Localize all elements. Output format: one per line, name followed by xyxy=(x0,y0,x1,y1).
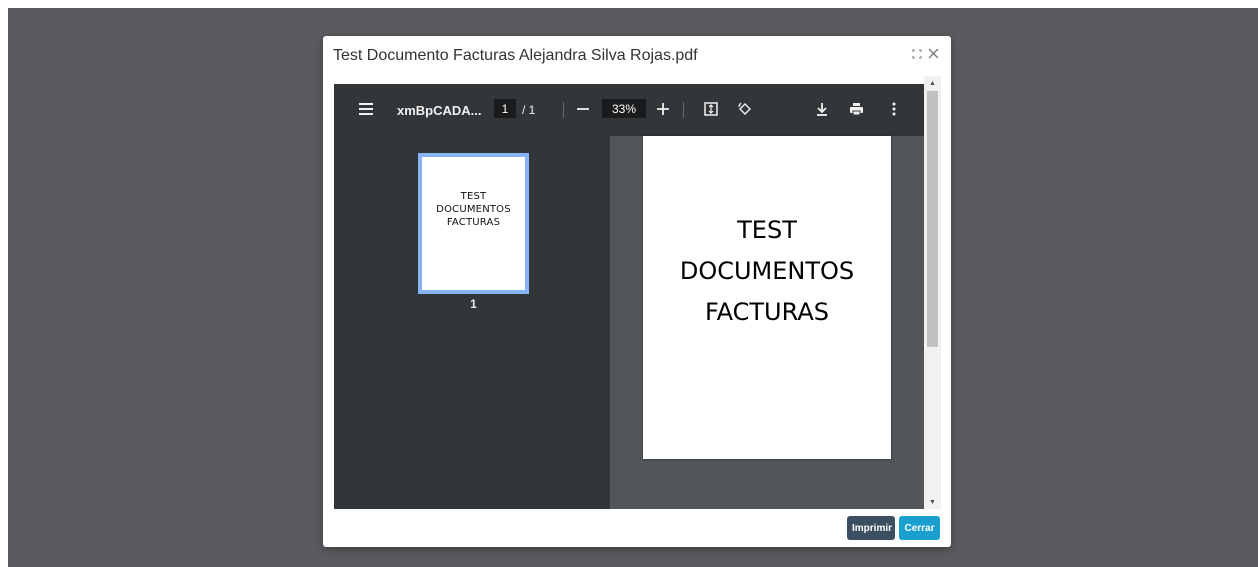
fit-page-icon[interactable] xyxy=(702,100,720,118)
modal-window-controls xyxy=(912,48,939,59)
modal-scrollbar[interactable]: ▲ ▼ xyxy=(924,76,941,509)
toolbar-divider xyxy=(683,102,684,118)
page-count: / 1 xyxy=(522,103,536,117)
thumbnail-page-number: 1 xyxy=(470,297,477,311)
rotate-icon[interactable] xyxy=(736,100,754,118)
scroll-down-arrow-icon[interactable]: ▼ xyxy=(924,495,941,509)
pdf-viewer: xmBpCADA... 1 / 1 33% TEST DOCUMENTOS FA… xyxy=(334,84,924,509)
zoom-input[interactable]: 33% xyxy=(602,99,646,118)
download-icon[interactable] xyxy=(813,100,831,118)
menu-icon[interactable] xyxy=(356,99,376,119)
print-icon[interactable] xyxy=(847,100,865,118)
page-number-input[interactable]: 1 xyxy=(494,99,516,118)
scrollbar-thumb[interactable] xyxy=(927,91,938,347)
more-icon[interactable] xyxy=(885,100,903,118)
toolbar-divider xyxy=(563,102,564,118)
thumbnail-sidebar: TEST DOCUMENTOS FACTURAS 1 xyxy=(334,136,610,509)
minus-icon[interactable] xyxy=(574,100,592,118)
page-thumbnail[interactable]: TEST DOCUMENTOS FACTURAS xyxy=(418,153,529,294)
thumbnail-text: TEST DOCUMENTOS FACTURAS xyxy=(436,191,511,228)
scroll-up-arrow-icon[interactable]: ▲ xyxy=(924,76,941,90)
pdf-page: TEST DOCUMENTOS FACTURAS xyxy=(643,136,891,459)
pdf-toolbar: xmBpCADA... 1 / 1 33% xyxy=(334,84,924,136)
page-content: TEST DOCUMENTOS FACTURAS xyxy=(679,216,855,326)
file-name: xmBpCADA... xyxy=(397,102,482,118)
pdf-modal: Test Documento Facturas Alejandra Silva … xyxy=(323,36,951,547)
print-button[interactable]: Imprimir xyxy=(847,516,895,540)
plus-icon[interactable] xyxy=(654,100,672,118)
expand-icon[interactable] xyxy=(912,49,922,59)
modal-title: Test Documento Facturas Alejandra Silva … xyxy=(333,47,698,64)
close-icon[interactable] xyxy=(928,48,939,59)
close-button[interactable]: Cerrar xyxy=(899,516,940,540)
